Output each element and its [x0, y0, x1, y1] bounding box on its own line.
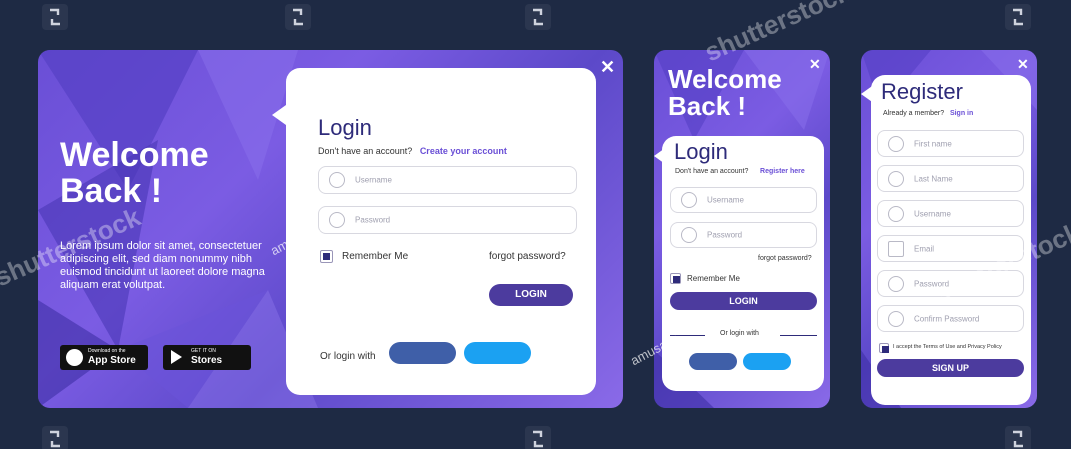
user-icon — [888, 205, 904, 222]
create-account-link[interactable]: Create your account — [420, 146, 507, 156]
login-card: Login Don't have an account? Create your… — [286, 68, 596, 395]
close-icon[interactable]: ✕ — [809, 55, 821, 73]
user-icon — [888, 135, 904, 152]
sign-in-link[interactable]: Sign in — [950, 110, 973, 117]
last-name-field[interactable]: Last Name — [877, 165, 1024, 192]
user-icon — [888, 170, 904, 187]
signin-prompt: Already a member? Sign in — [883, 110, 974, 117]
close-icon[interactable]: ✕ — [600, 58, 615, 76]
remember-me-checkbox[interactable] — [320, 250, 333, 263]
remember-me-checkbox[interactable] — [670, 273, 681, 284]
apple-icon — [66, 349, 83, 366]
watermark-logo-icon — [525, 4, 551, 30]
password-field[interactable]: Password — [877, 270, 1024, 297]
register-prompt: Don't have an account? Register here — [675, 168, 805, 175]
intro-paragraph: Lorem ipsum dolor sit amet, consectetuer… — [60, 240, 265, 291]
register-card: Register Already a member? Sign in First… — [871, 75, 1031, 405]
login-title: Login — [318, 115, 372, 140]
signup-prompt: Don't have an account? Create your accou… — [318, 146, 507, 156]
register-link[interactable]: Register here — [760, 168, 805, 175]
mail-icon — [888, 240, 904, 257]
watermark-logo-icon — [1005, 4, 1031, 30]
watermark-logo-icon — [285, 4, 311, 30]
terms-checkbox[interactable] — [879, 343, 889, 353]
password-field[interactable]: Password — [318, 206, 577, 234]
lock-icon — [888, 310, 904, 327]
watermark-logo-icon — [525, 426, 551, 449]
password-field[interactable]: Password — [670, 222, 817, 248]
user-icon — [329, 172, 345, 188]
username-field[interactable]: Username — [877, 200, 1024, 227]
card-pointer — [272, 105, 286, 125]
remember-me-label: Remember Me — [687, 274, 740, 283]
or-login-with-label: Or login with — [320, 351, 376, 362]
mobile-login-panel: ✕ Welcome Back ! Login Don't have an acc… — [654, 50, 830, 408]
user-icon — [681, 192, 697, 208]
mobile-login-card: Login Don't have an account? Register he… — [662, 136, 824, 391]
welcome-heading: Welcome Back ! — [668, 64, 782, 122]
sign-up-button[interactable]: SIGN UP — [877, 359, 1024, 377]
desktop-login-panel: ✕ Welcome Back ! Lorem ipsum dolor sit a… — [38, 50, 623, 408]
email-field[interactable]: Email — [877, 235, 1024, 262]
lock-icon — [681, 227, 697, 243]
watermark-logo-icon — [42, 4, 68, 30]
divider-right — [780, 335, 817, 336]
terms-label: I accept the Terms of Use and Privacy Po… — [893, 344, 1002, 350]
play-icon — [171, 350, 182, 364]
login-button[interactable]: LOGIN — [489, 284, 573, 306]
first-name-field[interactable]: First name — [877, 130, 1024, 157]
twitter-login-button[interactable] — [464, 342, 531, 364]
lock-icon — [888, 275, 904, 292]
welcome-heading: Welcome Back ! — [60, 136, 209, 210]
username-field[interactable]: Username — [670, 187, 817, 213]
lock-icon — [329, 212, 345, 228]
login-button[interactable]: LOGIN — [670, 292, 817, 310]
forgot-password-link[interactable]: forgot password? — [758, 255, 812, 262]
username-field[interactable]: Username — [318, 166, 577, 194]
twitter-login-button[interactable] — [743, 353, 791, 370]
confirm-password-field[interactable]: Confirm Password — [877, 305, 1024, 332]
remember-me-label: Remember Me — [342, 251, 409, 262]
app-store-button[interactable]: Download on the App Store — [60, 345, 148, 370]
or-login-with-label: Or login with — [720, 330, 759, 337]
watermark-logo-icon — [42, 426, 68, 449]
facebook-login-button[interactable] — [389, 342, 456, 364]
facebook-login-button[interactable] — [689, 353, 737, 370]
forgot-password-link[interactable]: forgot password? — [489, 251, 566, 262]
register-title: Register — [881, 79, 963, 104]
mobile-register-panel: ✕ Register Already a member? Sign in Fir… — [861, 50, 1037, 408]
watermark-logo-icon — [1005, 426, 1031, 449]
login-title: Login — [674, 139, 728, 164]
play-store-button[interactable]: GET IT ON Stores — [163, 345, 251, 370]
close-icon[interactable]: ✕ — [1017, 55, 1029, 73]
